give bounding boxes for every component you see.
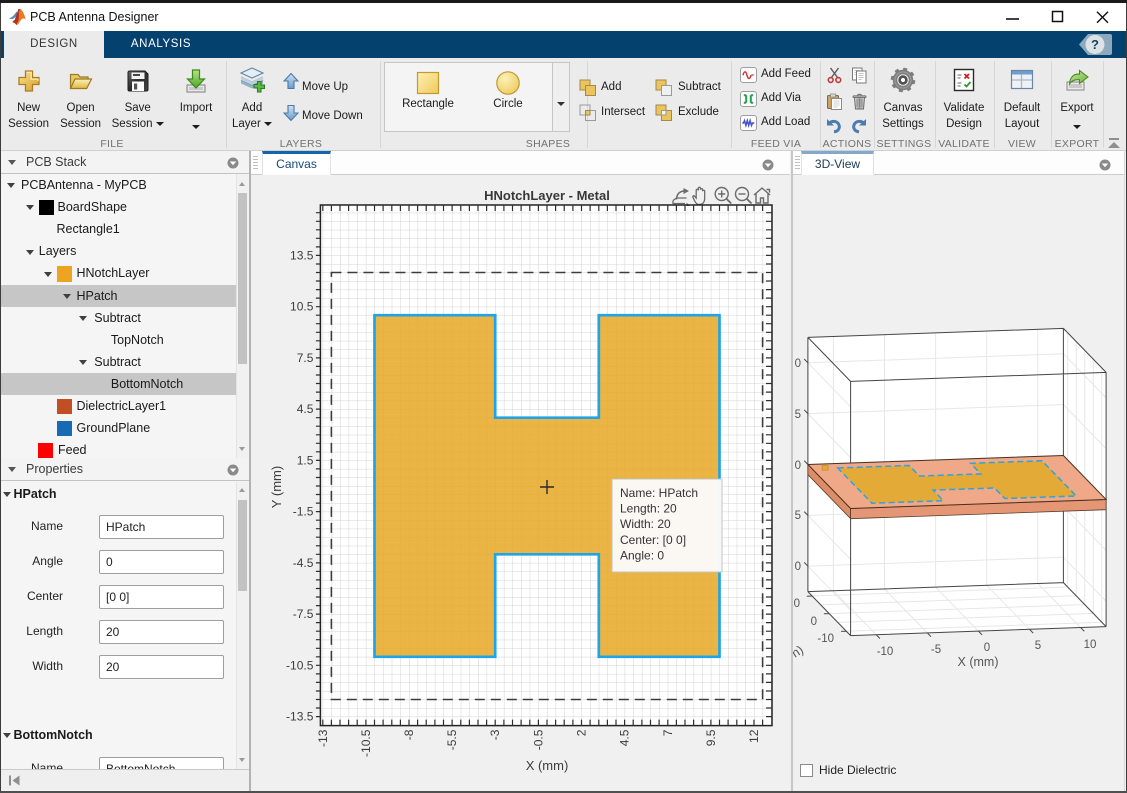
svg-text:n): n) xyxy=(793,643,806,661)
svg-text:10.5: 10.5 xyxy=(290,300,314,314)
svg-text:-13.5: -13.5 xyxy=(286,710,314,724)
svg-text:4.5: 4.5 xyxy=(618,729,632,746)
svg-text:Width: 20: Width: 20 xyxy=(620,517,671,531)
svg-text:0: 0 xyxy=(795,561,801,573)
svg-text:-5: -5 xyxy=(931,644,941,656)
svg-text:12: 12 xyxy=(747,729,761,743)
svg-text:2: 2 xyxy=(575,729,589,736)
svg-text:Name: HPatch: Name: HPatch xyxy=(620,486,698,500)
svg-text:0: 0 xyxy=(811,616,817,628)
svg-text:0: 0 xyxy=(795,358,801,370)
svg-text:-10: -10 xyxy=(817,633,834,645)
svg-text:Center: [0 0]: Center: [0 0] xyxy=(620,533,686,547)
svg-text:-13: -13 xyxy=(316,729,330,747)
svg-text:5: 5 xyxy=(795,510,801,522)
svg-text:13.5: 13.5 xyxy=(290,248,314,262)
svg-text:10: 10 xyxy=(793,598,800,610)
svg-text:1.5: 1.5 xyxy=(297,453,314,467)
svg-text:4.5: 4.5 xyxy=(297,402,314,416)
svg-text:?: ? xyxy=(1091,37,1099,52)
svg-text:X (mm): X (mm) xyxy=(958,655,999,669)
svg-text:-5.5: -5.5 xyxy=(445,729,459,750)
svg-text:5: 5 xyxy=(1035,640,1041,652)
svg-text:Y (mm): Y (mm) xyxy=(269,466,284,508)
svg-text:5: 5 xyxy=(795,409,801,421)
svg-text:X (mm): X (mm) xyxy=(526,758,569,773)
svg-text:9.5: 9.5 xyxy=(704,729,718,746)
svg-text:-7.5: -7.5 xyxy=(293,607,314,621)
svg-text:-10: -10 xyxy=(877,646,894,658)
svg-text:7.5: 7.5 xyxy=(297,351,314,365)
svg-text:HNotchLayer - Metal: HNotchLayer - Metal xyxy=(484,188,610,203)
svg-text:-10.5: -10.5 xyxy=(286,658,314,672)
svg-text:10: 10 xyxy=(1084,639,1097,651)
svg-text:0: 0 xyxy=(795,460,801,472)
svg-text:0: 0 xyxy=(984,642,990,654)
svg-text:-3: -3 xyxy=(488,729,502,740)
svg-text:-1.5: -1.5 xyxy=(293,505,314,519)
svg-text:-4.5: -4.5 xyxy=(293,556,314,570)
svg-text:-0.5: -0.5 xyxy=(531,729,545,750)
svg-text:Angle: 0: Angle: 0 xyxy=(620,548,664,562)
svg-text:7: 7 xyxy=(661,729,675,736)
svg-text:Length: 20: Length: 20 xyxy=(620,502,677,516)
svg-text:-8: -8 xyxy=(402,729,416,740)
svg-text:-10.5: -10.5 xyxy=(359,729,373,757)
